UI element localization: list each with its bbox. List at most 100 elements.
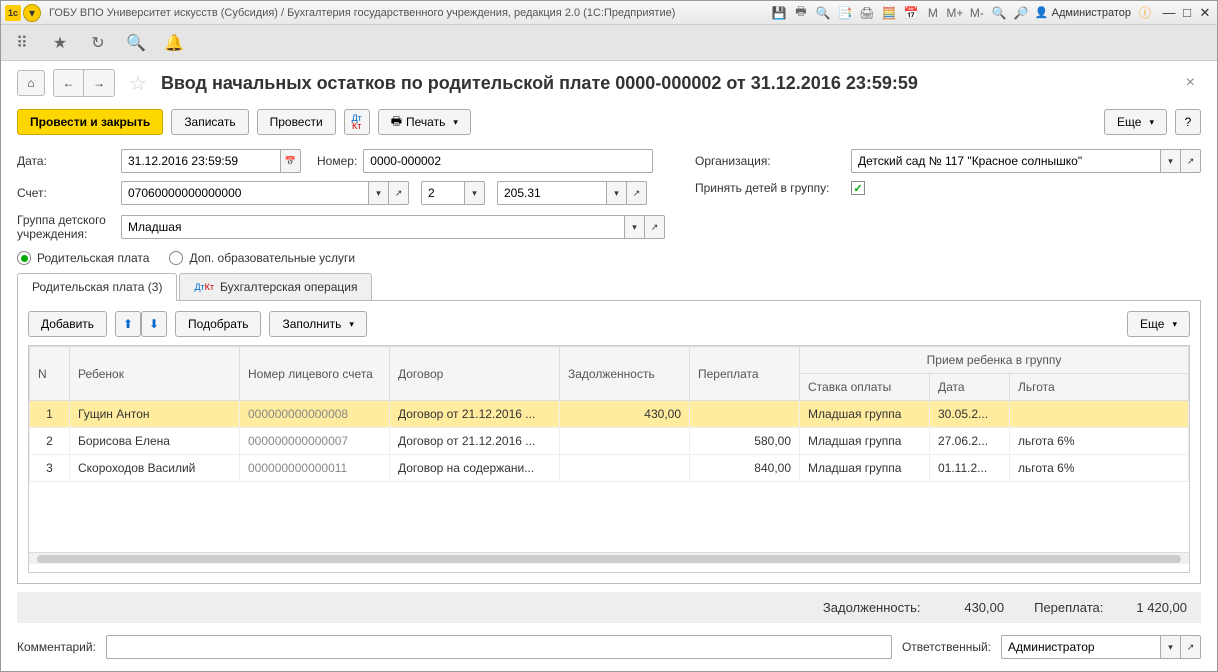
dtkt-button[interactable]: ДтКт [344, 109, 370, 135]
close-button[interactable]: ✕ [1197, 5, 1213, 21]
preview-icon[interactable]: 🔍 [815, 5, 831, 21]
cell-n: 3 [30, 455, 70, 482]
account-dropdown-icon[interactable]: ▾ [369, 181, 389, 205]
help-button[interactable]: ? [1175, 109, 1201, 135]
zoom-out-icon[interactable]: 🔎 [1013, 5, 1029, 21]
fill-button[interactable]: Заполнить [269, 311, 366, 337]
col-benefit[interactable]: Льгота [1010, 374, 1189, 401]
table-more-button[interactable]: Еще [1127, 311, 1190, 337]
back-button[interactable]: ← [54, 70, 84, 96]
horizontal-scrollbar[interactable] [29, 552, 1189, 564]
forward-button[interactable]: → [84, 70, 114, 96]
number-input[interactable] [363, 149, 653, 173]
table-row[interactable]: 1Гущин Антон000000000000008Договор от 21… [30, 401, 1189, 428]
account-part3-open-icon[interactable]: ↗ [627, 181, 647, 205]
favorites-icon[interactable]: ★ [51, 34, 69, 52]
responsible-dropdown-icon[interactable]: ▾ [1161, 635, 1181, 659]
account-part2-input[interactable] [421, 181, 465, 205]
col-child[interactable]: Ребенок [70, 347, 240, 401]
account-part3-dropdown-icon[interactable]: ▾ [607, 181, 627, 205]
print-icon[interactable]: 🖶 [793, 5, 809, 21]
m-minus-icon[interactable]: M- [969, 5, 985, 21]
comment-input[interactable] [106, 635, 892, 659]
save-icon[interactable]: 💾 [771, 5, 787, 21]
history-icon[interactable]: ↻ [89, 34, 107, 52]
post-and-close-button[interactable]: Провести и закрыть [17, 109, 163, 135]
totals-debt-value: 430,00 [924, 600, 1004, 615]
group-open-icon[interactable]: ↗ [645, 215, 665, 239]
radio-parent-fee[interactable]: Родительская плата [17, 251, 149, 265]
titlebar: 1c ▾ ГОБУ ВПО Университет искусств (Субс… [1, 1, 1217, 25]
footer-row: Комментарий: Ответственный: ▾ ↗ [17, 635, 1201, 659]
app-logo-icon: 1c [5, 5, 21, 21]
group-input[interactable] [121, 215, 625, 239]
info-icon[interactable]: ⓘ [1137, 5, 1153, 21]
responsible-open-icon[interactable]: ↗ [1181, 635, 1201, 659]
calendar-picker-icon[interactable]: 📅 [281, 149, 301, 173]
table-row[interactable]: 2Борисова Елена000000000000007Договор от… [30, 428, 1189, 455]
add-button[interactable]: Добавить [28, 311, 107, 337]
col-date[interactable]: Дата [930, 374, 1010, 401]
col-account[interactable]: Номер лицевого счета [240, 347, 390, 401]
print-button[interactable]: 🖶 Печать [378, 109, 471, 135]
col-overpay[interactable]: Переплата [690, 347, 800, 401]
notifications-icon[interactable]: 🔔 [165, 34, 183, 52]
col-debt[interactable]: Задолженность [560, 347, 690, 401]
org-dropdown-icon[interactable]: ▾ [1161, 149, 1181, 173]
form-area: Дата: 📅 Номер: Счет: ▾ ↗ [17, 149, 1201, 241]
table-row[interactable]: 3Скороходов Василий000000000000011Догово… [30, 455, 1189, 482]
col-admission[interactable]: Прием ребенка в группу [800, 347, 1189, 374]
org-open-icon[interactable]: ↗ [1181, 149, 1201, 173]
m-icon[interactable]: M [925, 5, 941, 21]
responsible-input[interactable] [1001, 635, 1161, 659]
print2-icon[interactable]: 🖨 [859, 5, 875, 21]
home-button[interactable]: ⌂ [17, 70, 45, 96]
date-input[interactable] [121, 149, 281, 173]
app-window: 1c ▾ ГОБУ ВПО Университет искусств (Субс… [0, 0, 1218, 672]
tab-accounting[interactable]: ДтКт Бухгалтерская операция [179, 273, 372, 300]
accept-checkbox[interactable]: ✓ [851, 181, 865, 195]
close-page-button[interactable]: × [1180, 74, 1201, 92]
search-icon[interactable]: 🔍 [127, 34, 145, 52]
col-rate[interactable]: Ставка оплаты [800, 374, 930, 401]
table-actions: Добавить ⬆ ⬇ Подобрать Заполнить Еще [28, 311, 1190, 337]
pick-button[interactable]: Подобрать [175, 311, 261, 337]
cell-debt: 430,00 [560, 401, 690, 428]
sections-icon[interactable]: ⠿ [13, 34, 31, 52]
account-open-icon[interactable]: ↗ [389, 181, 409, 205]
zoom-in-icon[interactable]: 🔍 [991, 5, 1007, 21]
group-dropdown-icon[interactable]: ▾ [625, 215, 645, 239]
user-badge[interactable]: 👤 Администратор [1035, 6, 1131, 19]
move-down-button[interactable]: ⬇ [141, 311, 167, 337]
account-part3-input[interactable] [497, 181, 607, 205]
account-part2-dropdown-icon[interactable]: ▾ [465, 181, 485, 205]
accept-label: Принять детей в группу: [695, 181, 845, 195]
totals-bar: Задолженность: 430,00 Переплата: 1 420,0… [17, 592, 1201, 623]
titlebar-tools: 💾 🖶 🔍 📑 🖨 🧮 📅 M M+ M- 🔍 🔎 👤 Администрато… [771, 5, 1153, 21]
page-title: Ввод начальных остатков по родительской … [161, 73, 1172, 94]
maximize-button[interactable]: □ [1179, 5, 1195, 21]
post-button[interactable]: Провести [257, 109, 336, 135]
org-input[interactable] [851, 149, 1161, 173]
minimize-button[interactable]: — [1161, 5, 1177, 21]
account-input[interactable] [121, 181, 369, 205]
move-up-button[interactable]: ⬆ [115, 311, 141, 337]
write-button[interactable]: Записать [171, 109, 248, 135]
col-n[interactable]: N [30, 347, 70, 401]
calendar-icon[interactable]: 📅 [903, 5, 919, 21]
m-plus-icon[interactable]: M+ [947, 5, 963, 21]
totals-overpay-value: 1 420,00 [1107, 600, 1187, 615]
cell-account: 000000000000011 [240, 455, 390, 482]
org-label: Организация: [695, 154, 845, 168]
cell-benefit: льгота 6% [1010, 455, 1189, 482]
favorite-star-icon[interactable]: ☆ [129, 71, 147, 96]
col-contract[interactable]: Договор [390, 347, 560, 401]
cell-rate: Младшая группа [800, 455, 930, 482]
app-menu-dropdown[interactable]: ▾ [23, 4, 41, 22]
cell-child: Борисова Елена [70, 428, 240, 455]
calc-icon[interactable]: 🧮 [881, 5, 897, 21]
compare-icon[interactable]: 📑 [837, 5, 853, 21]
more-button[interactable]: Еще [1104, 109, 1167, 135]
tab-parent-fee[interactable]: Родительская плата (3) [17, 273, 177, 300]
radio-edu-services[interactable]: Доп. образовательные услуги [169, 251, 355, 265]
